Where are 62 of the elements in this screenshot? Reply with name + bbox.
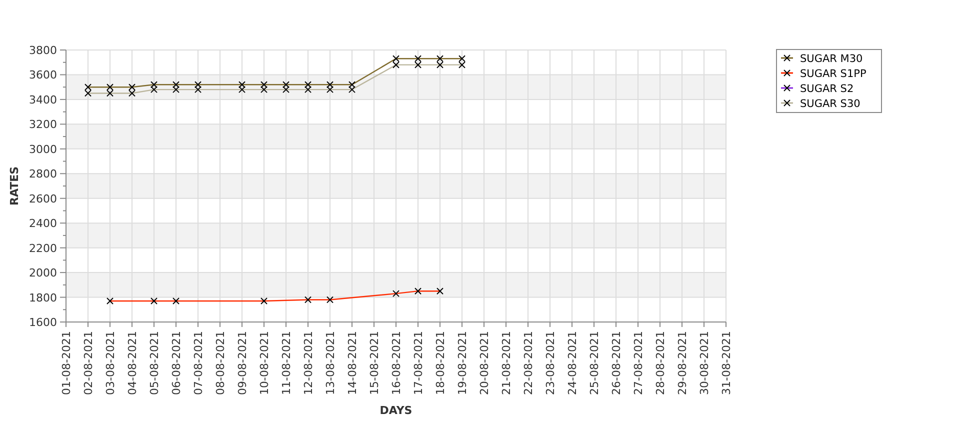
y-tick-label: 1600 — [29, 316, 57, 329]
x-tick-label: 14-08-2021 — [346, 331, 359, 395]
point-marker — [414, 288, 422, 295]
x-tick-label: 13-08-2021 — [324, 331, 337, 395]
point-marker — [172, 297, 180, 304]
x-tick-label: 07-08-2021 — [192, 331, 205, 395]
legend-marker-icon — [781, 84, 793, 92]
x-tick-label: 29-08-2021 — [676, 331, 689, 395]
point-marker — [150, 297, 158, 304]
legend-label: SUGAR M30 — [800, 53, 863, 65]
legend-marker-icon — [781, 100, 793, 106]
x-tick-label: 25-08-2021 — [588, 331, 601, 395]
x-tick-label: 10-08-2021 — [258, 331, 271, 395]
point-marker — [304, 296, 312, 304]
legend-marker-icon — [781, 70, 793, 76]
legend-marker-icon — [781, 54, 793, 62]
y-tick-label: 3600 — [29, 68, 57, 82]
y-tick-label: 2000 — [29, 266, 57, 280]
x-tick-label: 15-08-2021 — [368, 331, 381, 395]
x-tick-label: 05-08-2021 — [148, 331, 161, 395]
x-tick-label: 18-08-2021 — [434, 331, 447, 395]
point-marker — [326, 296, 334, 304]
x-tick-label: 21-08-2021 — [500, 331, 513, 395]
y-axis-title: RATES — [8, 166, 21, 206]
y-tick-label: 2200 — [29, 242, 57, 255]
legend-label: SUGAR S1PP — [800, 68, 866, 80]
x-tick-label: 19-08-2021 — [456, 331, 469, 395]
y-tick-label: 3400 — [29, 93, 57, 106]
x-tick-label: 27-08-2021 — [632, 331, 645, 395]
x-tick-label: 09-08-2021 — [236, 331, 249, 395]
legend-label: SUGAR S30 — [800, 98, 860, 110]
x-tick-label: 06-08-2021 — [170, 331, 183, 395]
x-tick-label: 16-08-2021 — [390, 331, 403, 395]
y-tick-label: 2600 — [29, 192, 57, 206]
x-tick-label: 22-08-2021 — [522, 331, 535, 395]
point-marker — [392, 290, 400, 298]
point-marker — [436, 288, 444, 295]
x-tick-label: 12-08-2021 — [302, 331, 315, 395]
x-tick-label: 24-08-2021 — [566, 331, 579, 395]
y-tick-label: 1800 — [29, 291, 57, 304]
x-tick-label: 17-08-2021 — [412, 331, 425, 395]
y-tick-label: 2800 — [29, 168, 57, 181]
x-tick-label: 31-08-2021 — [720, 331, 733, 395]
x-axis-title: DAYS — [380, 404, 412, 417]
y-tick-label: 3000 — [29, 142, 57, 156]
legend-label: SUGAR S2 — [800, 83, 854, 95]
x-tick-label: 30-08-2021 — [698, 331, 711, 395]
x-tick-label: 04-08-2021 — [126, 331, 139, 395]
y-tick-label: 3800 — [29, 44, 57, 57]
point-marker — [260, 297, 268, 304]
x-tick-label: 01-08-2021 — [60, 331, 73, 395]
x-tick-label: 11-08-2021 — [280, 331, 293, 395]
x-tick-label: 02-08-2021 — [82, 331, 95, 395]
y-tick-label: 2400 — [29, 217, 57, 230]
x-tick-label: 20-08-2021 — [478, 331, 491, 395]
x-tick-label: 28-08-2021 — [654, 331, 667, 395]
y-tick-label: 3200 — [29, 118, 57, 132]
x-tick-label: 08-08-2021 — [214, 331, 227, 395]
x-tick-label: 03-08-2021 — [104, 331, 117, 395]
point-marker — [106, 297, 114, 304]
x-tick-label: 26-08-2021 — [610, 331, 623, 395]
x-tick-label: 23-08-2021 — [544, 331, 557, 395]
